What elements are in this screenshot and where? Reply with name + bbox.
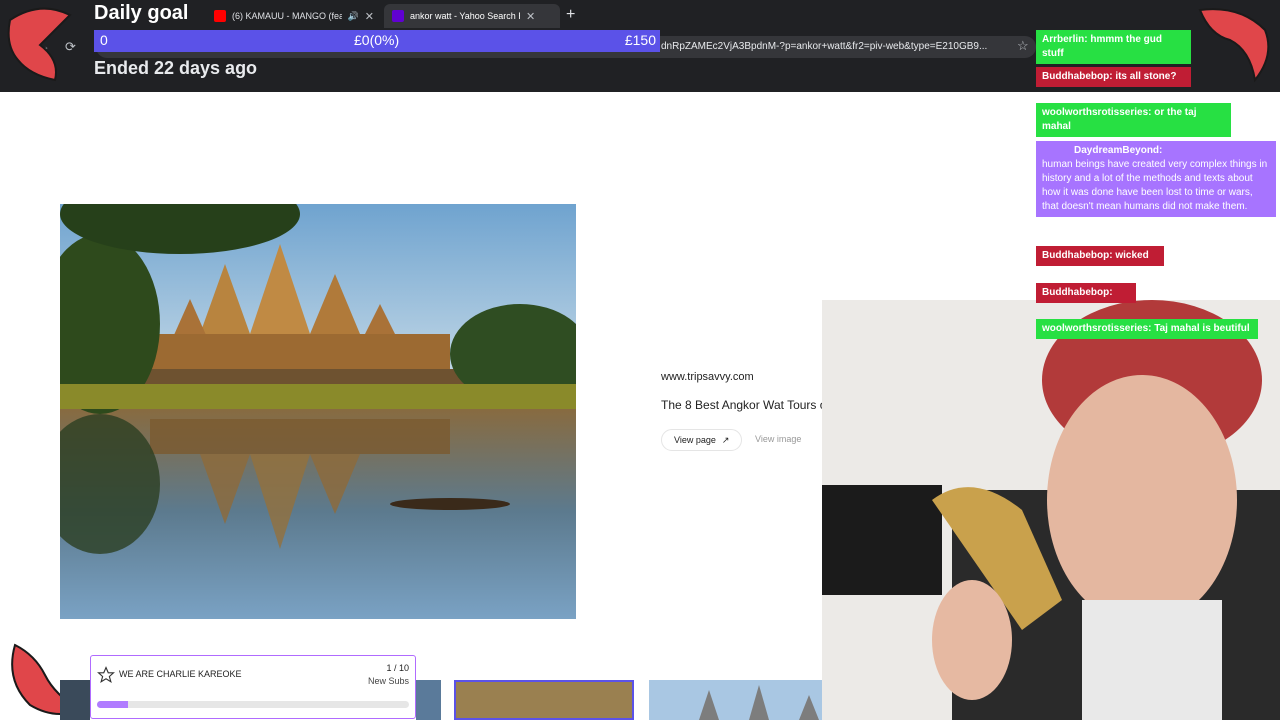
chat-message: DaydreamBeyond: human beings have create…	[1036, 141, 1276, 217]
goal-current: 0	[100, 32, 108, 48]
chat-text: wicked	[1115, 250, 1149, 261]
tab-title: (6) KAMAUU - MANGO (fea	[232, 11, 342, 21]
sub-goal-progress-track	[97, 701, 409, 708]
chili-decoration-icon	[7, 7, 72, 82]
goal-status: Ended 22 days ago	[94, 58, 258, 78]
star-icon	[97, 666, 115, 683]
thumbnail-image-selected[interactable]	[454, 680, 634, 720]
chat-message: Arrberlin: hmmm the gud stuff	[1036, 30, 1191, 64]
sub-goal-widget: WE ARE CHARLIE KAREOKE 1 / 10 New Subs	[90, 655, 416, 719]
chili-decoration-icon	[1198, 8, 1270, 83]
result-source-site[interactable]: www.tripsavvy.com	[661, 371, 754, 383]
chat-message: Buddhabebop: wicked	[1036, 246, 1164, 266]
sub-goal-unit: New Subs	[367, 676, 409, 686]
goal-percent: £0(0%)	[354, 32, 400, 48]
chat-message: woolworthsrotisseries: or the taj mahal	[1036, 103, 1231, 137]
yahoo-icon	[392, 10, 404, 22]
sub-goal-title: WE ARE CHARLIE KAREOKE	[119, 669, 242, 679]
new-tab-icon[interactable]: +	[566, 6, 575, 24]
address-url[interactable]: dnRpZAMEc2VjA3BpdnM-?p=ankor+watt&fr2=pi…	[661, 41, 987, 52]
chat-username: woolworthsrotisseries:	[1042, 107, 1152, 118]
view-page-label: View page	[674, 435, 716, 445]
goal-title: Daily goal	[94, 2, 189, 24]
close-tab-icon[interactable]: ✕	[365, 10, 374, 23]
sub-goal-progress-fill	[97, 701, 129, 708]
youtube-icon	[214, 10, 226, 22]
view-image-button[interactable]: View image	[755, 434, 801, 444]
chat-message: Buddhabebop: its all stone?	[1036, 67, 1191, 87]
chat-username: Arrberlin:	[1042, 34, 1088, 45]
chat-text: its all stone?	[1115, 71, 1177, 82]
chat-message: Buddhabebop:	[1036, 283, 1136, 303]
chat-username: Buddhabebop:	[1042, 287, 1113, 298]
view-page-button[interactable]: View page ↗	[661, 429, 743, 451]
speaker-icon[interactable]: 🔊	[348, 11, 359, 22]
close-tab-icon[interactable]: ✕	[526, 10, 535, 23]
chat-username: Buddhabebop:	[1042, 250, 1113, 261]
sub-goal-count: 1 / 10	[386, 663, 409, 673]
tab-yahoo-search[interactable]: ankor watt - Yahoo Search Resu ✕	[384, 4, 560, 28]
chat-message: woolworthsrotisseries: Taj mahal is beut…	[1036, 319, 1258, 339]
thumbnail-image[interactable]	[60, 680, 90, 720]
chat-username: DaydreamBeyond:	[1074, 145, 1163, 156]
thumbnail-image[interactable]	[416, 680, 441, 720]
tab-youtube[interactable]: (6) KAMAUU - MANGO (fea 🔊 ✕	[206, 4, 382, 28]
result-image-angkor-wat[interactable]	[60, 204, 576, 619]
chat-text: human beings have created very complex t…	[1042, 159, 1268, 212]
external-link-icon: ↗	[721, 434, 730, 445]
streamer-webcam	[822, 300, 1280, 720]
chat-username: woolworthsrotisseries:	[1042, 323, 1152, 334]
chat-text: Taj mahal is beutiful	[1154, 323, 1250, 334]
goal-progress-bar: 0 £0(0%) £150	[94, 30, 660, 52]
bookmark-star-icon[interactable]: ☆	[1017, 38, 1029, 54]
tab-title: ankor watt - Yahoo Search Resu	[410, 11, 520, 21]
goal-target: £150	[624, 32, 656, 48]
chat-username: Buddhabebop:	[1042, 71, 1113, 82]
